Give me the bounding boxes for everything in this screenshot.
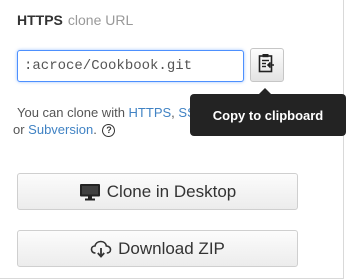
subversion-link[interactable]: Subversion bbox=[28, 122, 93, 137]
download-zip-button[interactable]: Download ZIP bbox=[17, 230, 298, 267]
cloud-download-icon bbox=[90, 240, 112, 258]
clone-button-label: Clone in Desktop bbox=[106, 181, 237, 201]
clone-panel: HTTPS clone URL :acroce/Cookbook.git You … bbox=[0, 0, 346, 279]
clone-url-label: clone URL bbox=[67, 12, 134, 28]
protocol-label[interactable]: HTTPS bbox=[17, 12, 63, 28]
clipboard-icon bbox=[258, 53, 276, 78]
help-prefix: You can clone with bbox=[17, 105, 129, 120]
clone-url-header: HTTPS clone URL bbox=[17, 12, 133, 28]
help-icon[interactable]: ? bbox=[102, 124, 116, 138]
help-or: or bbox=[13, 122, 29, 137]
https-link[interactable]: HTTPS bbox=[129, 105, 172, 120]
help-suffix: . bbox=[93, 122, 97, 137]
copy-tooltip: Copy to clipboard bbox=[190, 88, 346, 136]
clone-url-input[interactable]: :acroce/Cookbook.git bbox=[17, 50, 244, 82]
monitor-icon bbox=[79, 183, 101, 201]
download-button-label: Download ZIP bbox=[118, 238, 225, 258]
tooltip-text: Copy to clipboard bbox=[212, 107, 324, 123]
clone-in-desktop-button[interactable]: Clone in Desktop bbox=[17, 173, 298, 210]
copy-to-clipboard-button[interactable] bbox=[250, 48, 284, 82]
